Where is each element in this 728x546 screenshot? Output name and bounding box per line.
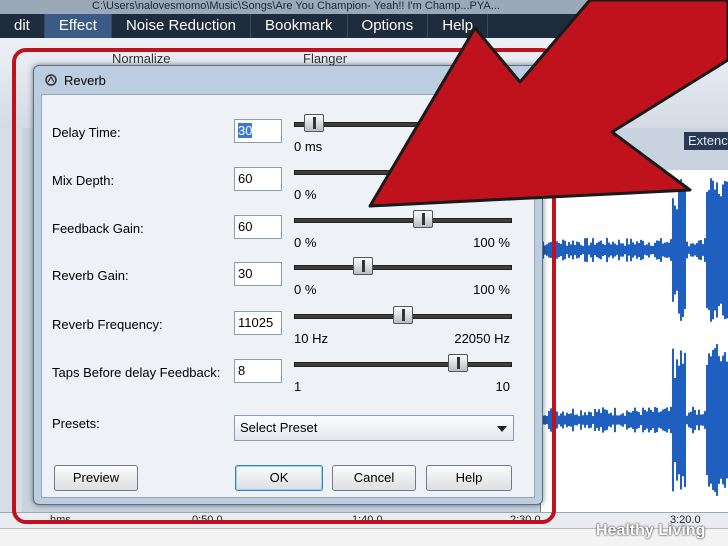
- watermark-text: Healthy Living: [596, 522, 706, 539]
- pointer-arrow-icon: [368, 0, 728, 208]
